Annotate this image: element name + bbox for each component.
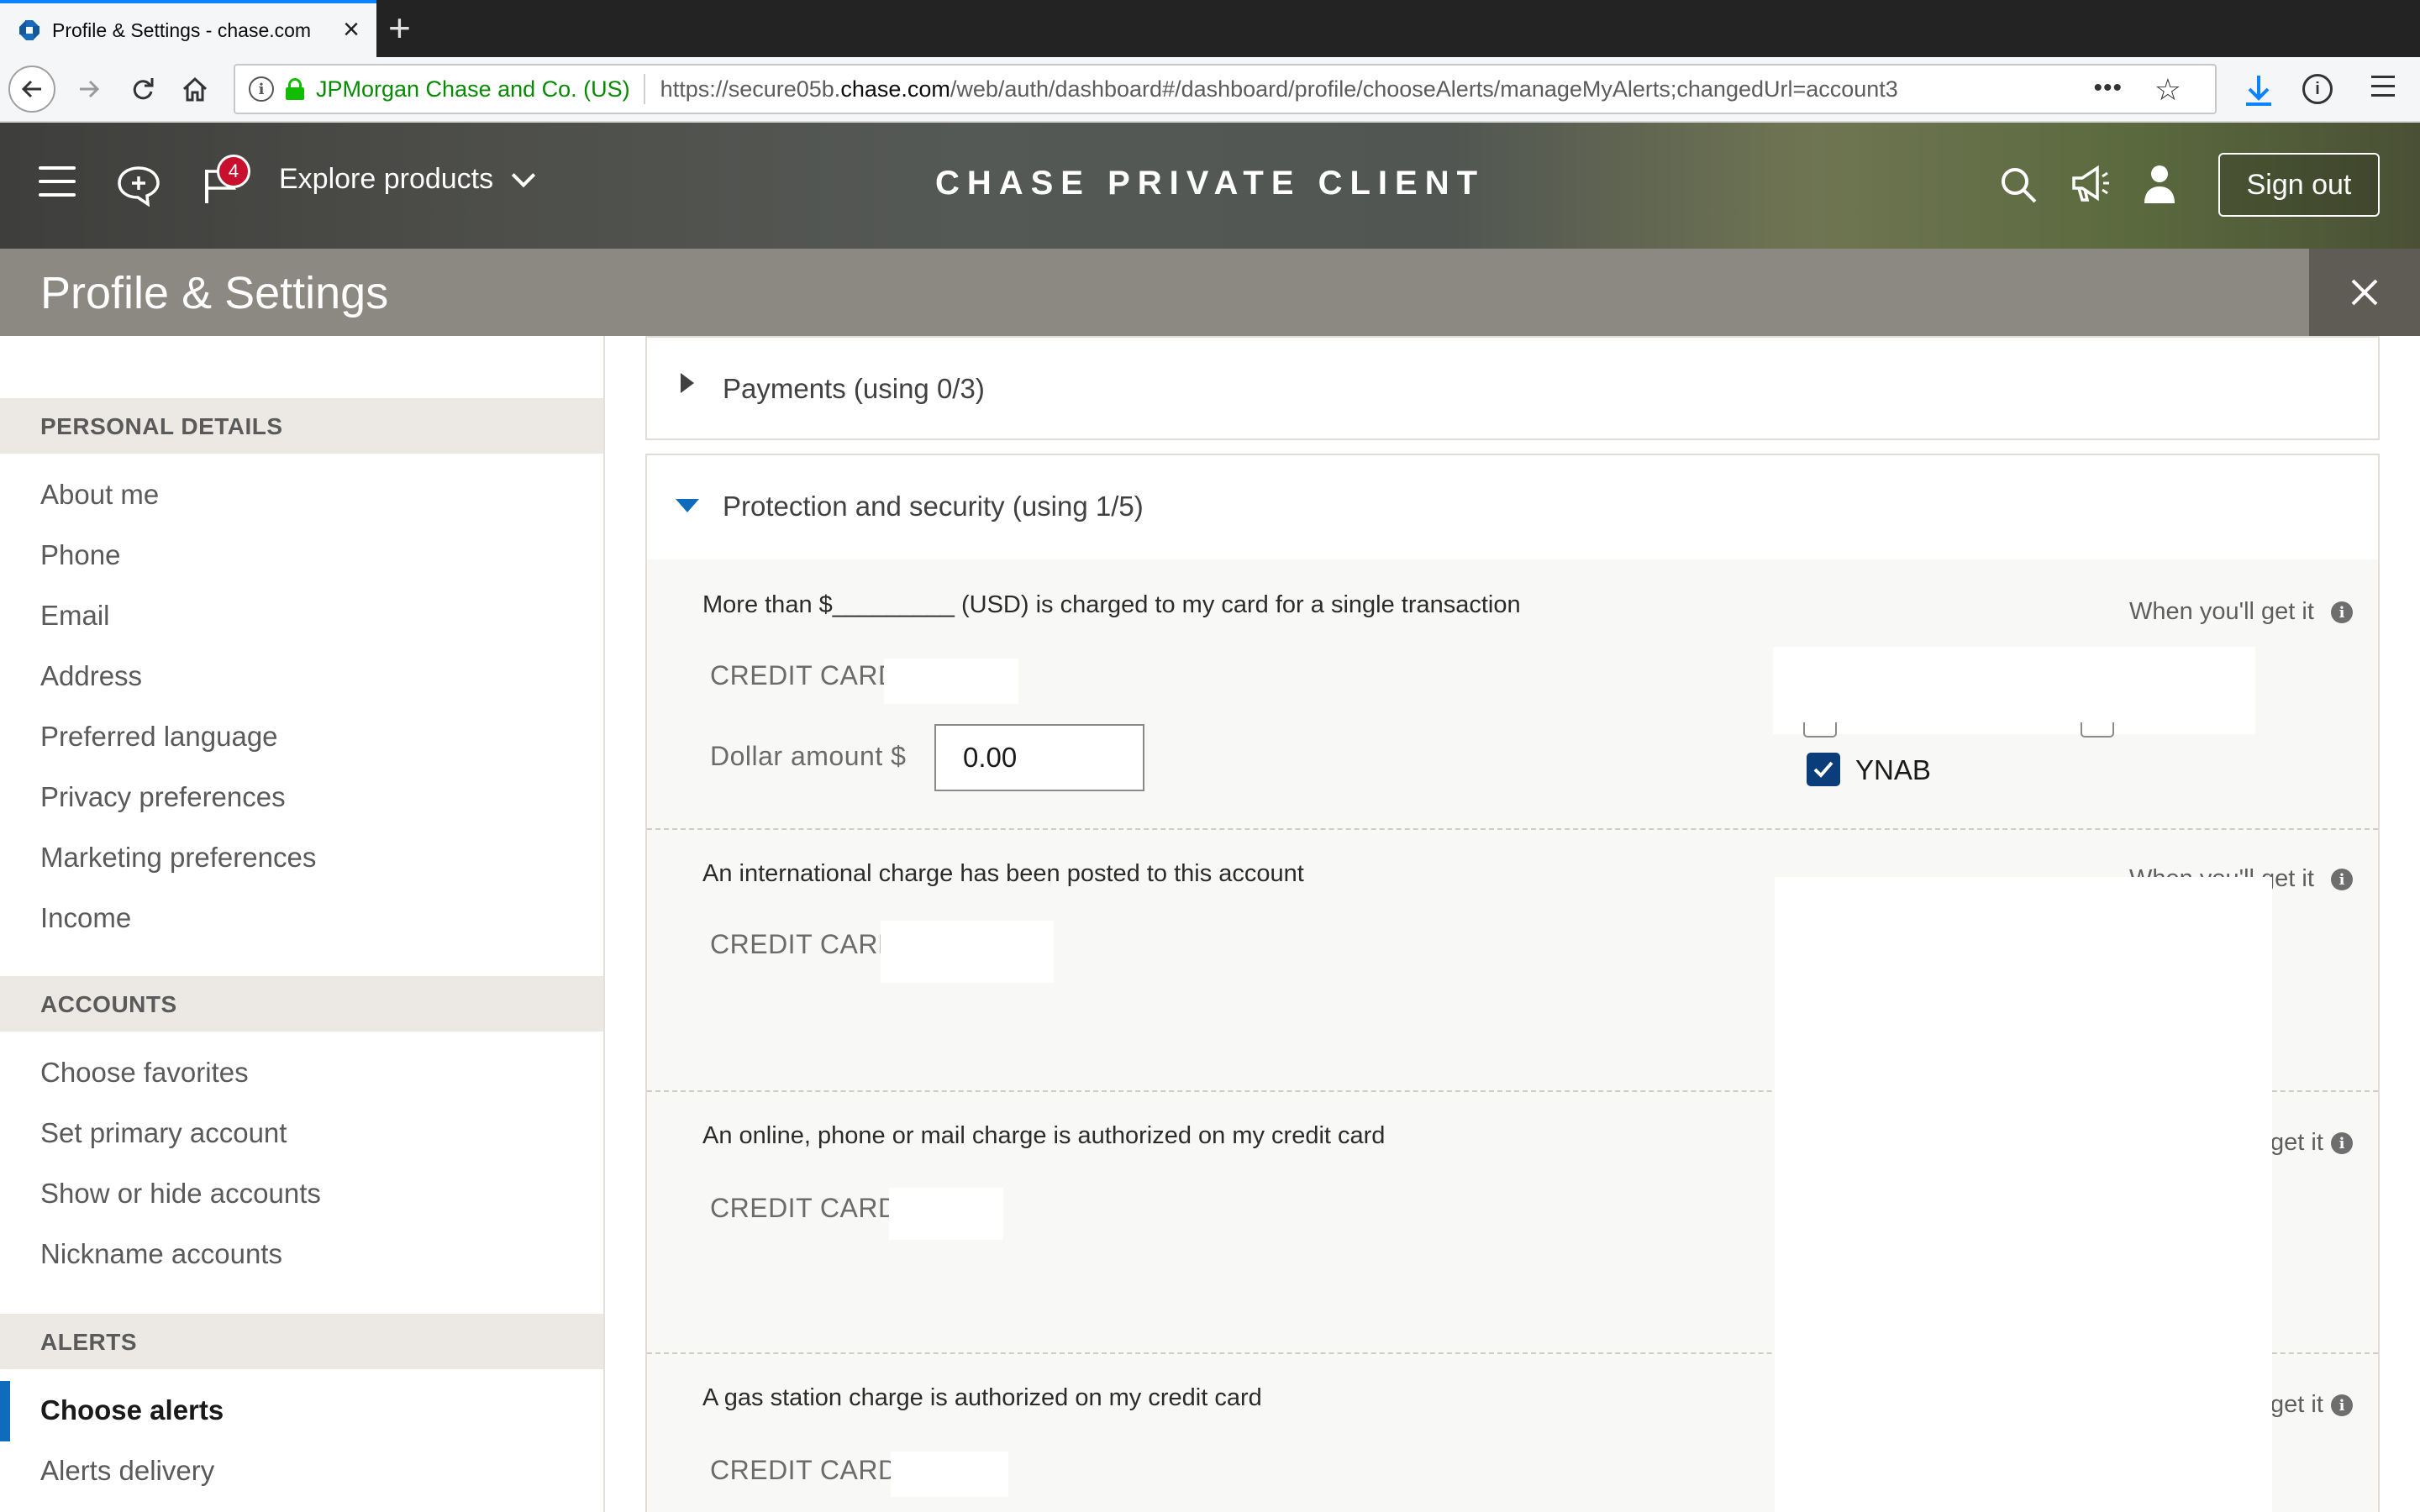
redacted-account-number: [889, 1188, 1003, 1240]
sidebar-item-alerts-delivery[interactable]: Alerts delivery: [40, 1455, 214, 1487]
settings-sidebar: PERSONAL DETAILS About me Phone Email Ad…: [0, 336, 605, 1512]
checkbox-partial[interactable]: [1803, 722, 1837, 738]
user-profile-icon[interactable]: [2141, 163, 2178, 205]
checkmark-icon: [1813, 761, 1833, 778]
sidebar-section-alerts: ALERTS: [0, 1314, 603, 1369]
page-title-bar: Profile & Settings: [0, 249, 2420, 336]
reload-icon[interactable]: [119, 66, 166, 113]
sidebar-item-preferred-language[interactable]: Preferred language: [40, 721, 278, 753]
alert-group-protection-security[interactable]: Protection and security (using 1/5): [645, 454, 2380, 561]
when-you-get-it-label: get it: [2270, 1129, 2323, 1156]
account-label: CREDIT CARD: [710, 929, 898, 959]
alert-group-payments[interactable]: Payments (using 0/3): [645, 336, 2380, 440]
brand-logo[interactable]: CHASE PRIVATE CLIENT: [0, 165, 2420, 202]
home-icon[interactable]: [171, 66, 218, 113]
ynab-checkbox[interactable]: [1807, 753, 1840, 786]
alert-description: An online, phone or mail charge is autho…: [702, 1122, 1386, 1149]
alert-description: More than $_________ (USD) is charged to…: [702, 591, 1521, 618]
sidebar-item-set-primary-account[interactable]: Set primary account: [40, 1117, 287, 1149]
account-label: CREDIT CARD: [710, 1193, 898, 1223]
close-settings-button[interactable]: [2309, 249, 2420, 336]
sign-out-button[interactable]: Sign out: [2218, 153, 2380, 217]
star-icon[interactable]: ☆: [2154, 72, 2181, 108]
sidebar-item-choose-favorites[interactable]: Choose favorites: [40, 1057, 249, 1089]
sidebar-section-accounts: ACCOUNTS: [0, 976, 603, 1032]
back-icon[interactable]: [8, 66, 55, 113]
active-item-indicator: [0, 1381, 10, 1441]
alert-description: An international charge has been posted …: [702, 860, 1304, 887]
tab-title: Profile & Settings - chase.com: [52, 18, 312, 41]
account-label: CREDIT CARD: [710, 660, 898, 690]
sidebar-item-email[interactable]: Email: [40, 600, 110, 632]
info-icon[interactable]: i: [2331, 869, 2353, 890]
redaction-overlay: [1775, 877, 2272, 1512]
lock-icon[interactable]: [286, 78, 304, 100]
tab-close-icon[interactable]: ×: [343, 15, 360, 44]
ynab-label: YNAB: [1855, 754, 1931, 785]
url-separator: [643, 74, 645, 104]
account-label: CREDIT CARD: [710, 1455, 898, 1485]
close-icon: [2351, 279, 2378, 306]
menu-icon[interactable]: [2371, 76, 2395, 103]
alert-divider: [647, 828, 2378, 830]
delivery-options-panel: [1773, 647, 2255, 734]
checkbox-partial[interactable]: [2081, 722, 2114, 738]
url-organization: JPMorgan Chase and Co. (US): [316, 76, 630, 102]
url-text[interactable]: https://secure05b.chase.com/web/auth/das…: [660, 76, 1898, 102]
info-icon[interactable]: i: [249, 76, 274, 102]
sidebar-item-phone[interactable]: Phone: [40, 539, 120, 571]
url-bar[interactable]: i JPMorgan Chase and Co. (US) https://se…: [234, 64, 2217, 114]
caret-right-icon: [681, 373, 694, 393]
info-icon[interactable]: i: [2331, 601, 2353, 623]
sidebar-item-income[interactable]: Income: [40, 902, 131, 934]
sidebar-item-nickname-accounts[interactable]: Nickname accounts: [40, 1238, 282, 1270]
browser-tab-strip: Profile & Settings - chase.com × +: [0, 0, 2420, 57]
dollar-amount-label: Dollar amount $: [710, 741, 907, 771]
browser-tab[interactable]: Profile & Settings - chase.com ×: [0, 0, 376, 57]
sidebar-item-about-me[interactable]: About me: [40, 479, 159, 511]
alert-description: A gas station charge is authorized on my…: [702, 1384, 1262, 1411]
megaphone-icon[interactable]: [2069, 163, 2111, 205]
info-icon[interactable]: i: [2331, 1394, 2353, 1416]
browser-toolbar: i JPMorgan Chase and Co. (US) https://se…: [0, 57, 2420, 123]
dollar-amount-input[interactable]: 0.00: [934, 724, 1144, 791]
when-you-get-it-label: When you'll get it: [2129, 598, 2314, 625]
password-icon[interactable]: i: [2302, 74, 2333, 104]
chase-favicon-icon: [17, 18, 42, 43]
more-icon[interactable]: •••: [2093, 74, 2123, 102]
sidebar-item-privacy-preferences[interactable]: Privacy preferences: [40, 781, 286, 813]
group-label-payments: Payments (using 0/3): [723, 373, 985, 404]
redacted-account-number: [891, 1452, 1008, 1497]
sidebar-section-personal-details: PERSONAL DETAILS: [0, 398, 603, 454]
sidebar-item-choose-alerts[interactable]: Choose alerts: [40, 1394, 224, 1426]
sidebar-item-show-or-hide-accounts[interactable]: Show or hide accounts: [40, 1178, 321, 1210]
site-header: 4 Explore products CHASE PRIVATE CLIENT …: [0, 123, 2420, 249]
redacted-account-number: [881, 921, 1054, 983]
forward-icon[interactable]: [66, 66, 113, 113]
sidebar-item-address[interactable]: Address: [40, 660, 142, 692]
download-icon[interactable]: [2242, 72, 2275, 109]
caret-down-icon: [676, 499, 699, 512]
redacted-account-number: [884, 659, 1018, 704]
page-title: Profile & Settings: [40, 268, 389, 318]
group-label-protection-security: Protection and security (using 1/5): [723, 491, 1144, 522]
when-you-get-it-label: get it: [2270, 1391, 2323, 1418]
info-icon[interactable]: i: [2331, 1132, 2353, 1154]
sidebar-item-marketing-preferences[interactable]: Marketing preferences: [40, 842, 316, 874]
search-icon[interactable]: [1998, 165, 2039, 205]
new-tab-icon[interactable]: +: [388, 7, 411, 49]
